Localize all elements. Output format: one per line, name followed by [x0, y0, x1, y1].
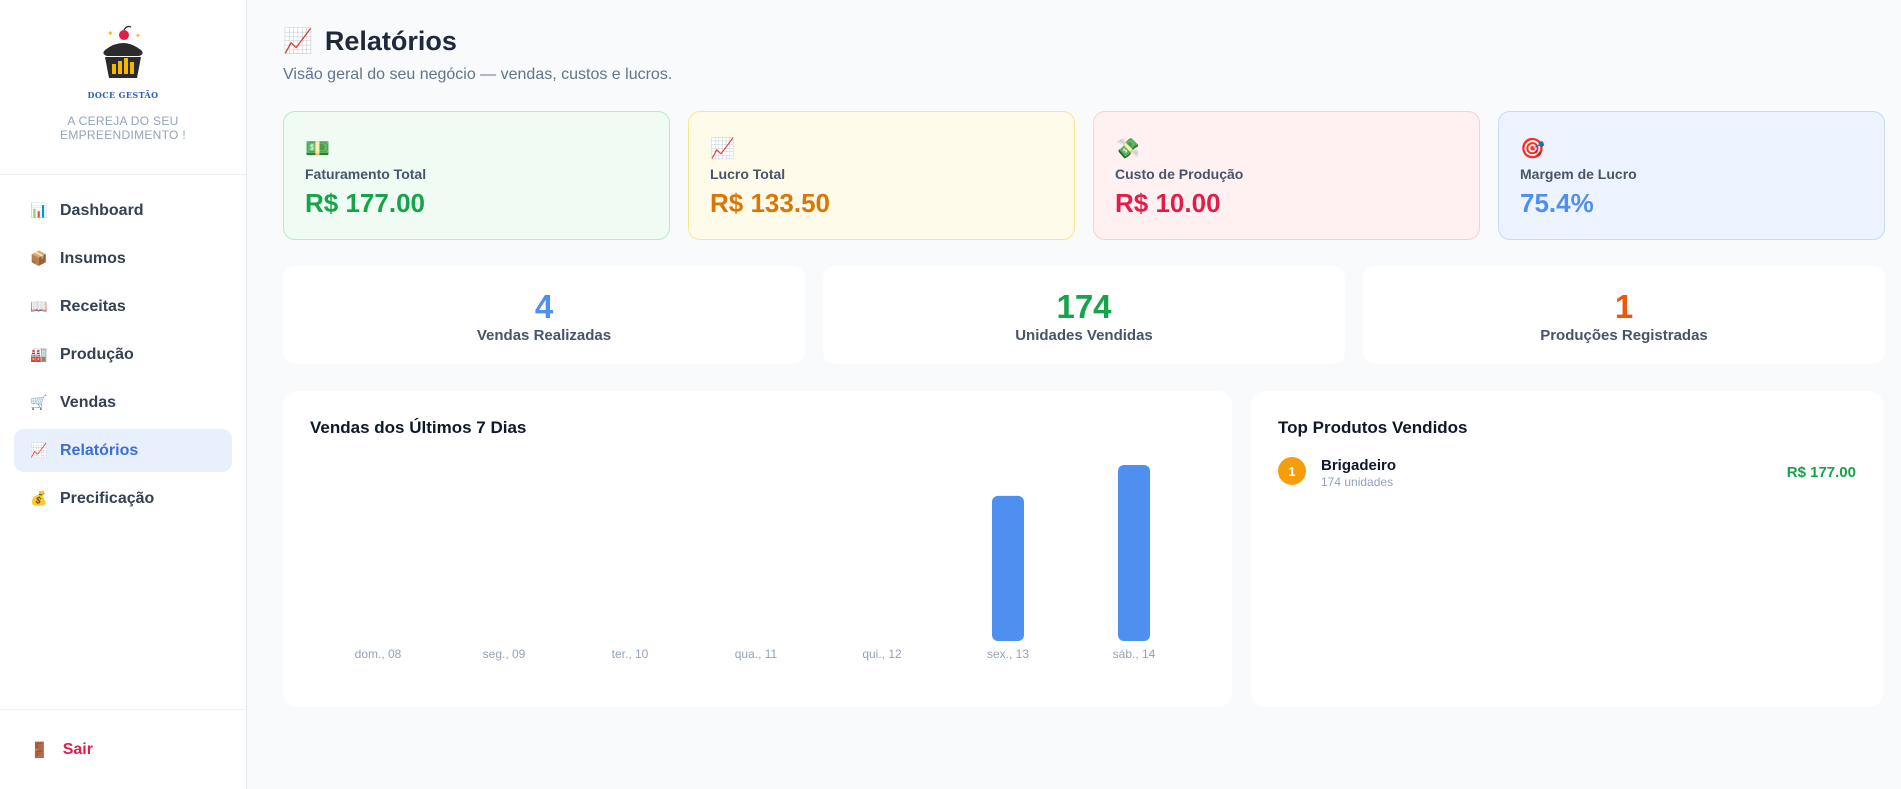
- svg-text:✦: ✦: [107, 29, 114, 38]
- chart-bar: [1118, 465, 1150, 641]
- trend-chart-icon: 📈: [30, 442, 48, 458]
- sidebar-item-producao[interactable]: 🏭 Produção: [14, 333, 232, 376]
- sidebar-item-dashboard[interactable]: 📊 Dashboard: [14, 189, 232, 232]
- sidebar-item-relatorios[interactable]: 📈 Relatórios: [14, 429, 232, 472]
- count-value: 1: [1614, 288, 1634, 325]
- book-icon: 📖: [30, 298, 48, 314]
- product-name: Brigadeiro: [1321, 457, 1397, 474]
- stat-value: 75.4%: [1520, 188, 1594, 218]
- stat-label: Margem de Lucro: [1520, 166, 1637, 182]
- product-revenue: R$ 177.00: [1786, 464, 1856, 481]
- stat-card-cost: 💸 Custo de Produção R$ 10.00: [1093, 111, 1480, 240]
- stat-card-profit: 📈 Lucro Total R$ 133.50: [688, 111, 1075, 240]
- count-card-productions: 1 Produções Registradas: [1363, 266, 1885, 364]
- sidebar-nav: 📊 Dashboard 📦 Insumos 📖 Receitas 🏭 Produ…: [0, 175, 246, 520]
- count-value: 174: [1056, 288, 1112, 325]
- sidebar-item-label: Relatórios: [60, 441, 139, 459]
- sales-chart-panel: Vendas dos Últimos 7 Dias dom., 08 seg., …: [283, 391, 1232, 707]
- svg-text:✦: ✦: [135, 32, 141, 40]
- sidebar-item-receitas[interactable]: 📖 Receitas: [14, 285, 232, 328]
- top-products-panel: Top Produtos Vendidos 1 Brigadeiro 174 u…: [1251, 391, 1883, 707]
- product-units: 174 unidades: [1321, 475, 1394, 489]
- sidebar-item-label: Produção: [60, 345, 134, 363]
- list-item: 1 Brigadeiro 174 unidades R$ 177.00: [1278, 455, 1856, 489]
- sidebar-item-insumos[interactable]: 📦 Insumos: [14, 237, 232, 280]
- logout-label: Sair: [62, 740, 93, 758]
- package-icon: 📦: [30, 250, 48, 266]
- sales-bar-chart: dom., 08 seg., 09 ter., 10 qua., 11 qui., 12…: [355, 465, 1156, 661]
- factory-icon: 🏭: [30, 346, 48, 362]
- brand-name: DOCE GESTÃO: [87, 90, 159, 100]
- count-label: Unidades Vendidas: [1015, 327, 1153, 344]
- count-card-units: 174 Unidades Vendidas: [823, 266, 1345, 364]
- sidebar-item-label: Precificação: [60, 489, 155, 507]
- chart-bar: [992, 495, 1024, 641]
- top-products-title: Top Produtos Vendidos: [1278, 418, 1468, 437]
- x-tick-label: qui., 12: [862, 647, 902, 661]
- trend-chart-icon: 📈: [710, 138, 735, 160]
- money-bag-icon: 💰: [30, 490, 48, 506]
- sidebar-item-vendas[interactable]: 🛒 Vendas: [14, 381, 232, 424]
- stat-value: R$ 177.00: [305, 188, 425, 218]
- stat-card-revenue: 💵 Faturamento Total R$ 177.00: [283, 111, 670, 240]
- count-label: Vendas Realizadas: [476, 327, 612, 344]
- sidebar-item-label: Receitas: [60, 297, 126, 315]
- sidebar-item-label: Vendas: [60, 393, 117, 411]
- page-title: Relatórios: [324, 26, 457, 56]
- trend-chart-icon: 📈: [283, 28, 313, 55]
- stat-value: R$ 10.00: [1115, 188, 1221, 218]
- page-header: 📈 Relatórios: [283, 26, 457, 57]
- count-card-sales: 4 Vendas Realizadas: [283, 266, 805, 364]
- sidebar-item-label: Dashboard: [60, 201, 144, 219]
- x-tick-label: qua., 11: [735, 647, 778, 661]
- x-tick-label: dom., 08: [355, 647, 402, 661]
- count-label: Produções Registradas: [1540, 327, 1708, 344]
- stat-label: Custo de Produção: [1115, 166, 1244, 182]
- cash-icon: 💵: [305, 138, 330, 160]
- brand: ✦ ✦ DOCE GESTÃO A CEREJA DO SEU EMPREEND…: [0, 0, 246, 175]
- bar-chart-icon: 📊: [30, 202, 48, 218]
- sidebar: ✦ ✦ DOCE GESTÃO A CEREJA DO SEU EMPREEND…: [0, 0, 247, 789]
- x-tick-label: sáb., 14: [1113, 647, 1156, 661]
- sidebar-item-label: Insumos: [60, 249, 126, 267]
- target-icon: 🎯: [1520, 138, 1545, 160]
- count-value: 4: [534, 288, 554, 325]
- x-tick-label: seg., 09: [483, 647, 526, 661]
- cupcake-logo: ✦ ✦: [103, 25, 143, 78]
- x-tick-label: ter., 10: [612, 647, 649, 661]
- x-tick-label: sex., 13: [987, 647, 1029, 661]
- stat-card-margin: 🎯 Margem de Lucro 75.4%: [1498, 111, 1885, 240]
- stat-label: Lucro Total: [710, 166, 786, 182]
- cart-icon: 🛒: [30, 394, 48, 410]
- flying-money-icon: 💸: [1115, 138, 1140, 160]
- rank-badge: 1: [1278, 457, 1306, 485]
- brand-tagline: A CEREJA DO SEU EMPREENDIMENTO !: [60, 114, 186, 142]
- page-subtitle: Visão geral do seu negócio — vendas, cus…: [283, 66, 673, 83]
- sidebar-item-precificacao[interactable]: 💰 Precificação: [14, 477, 232, 520]
- door-icon: 🚪: [30, 741, 49, 759]
- stat-value: R$ 133.50: [710, 188, 830, 218]
- logout-button[interactable]: 🚪 Sair: [0, 709, 246, 789]
- stat-label: Faturamento Total: [305, 166, 427, 182]
